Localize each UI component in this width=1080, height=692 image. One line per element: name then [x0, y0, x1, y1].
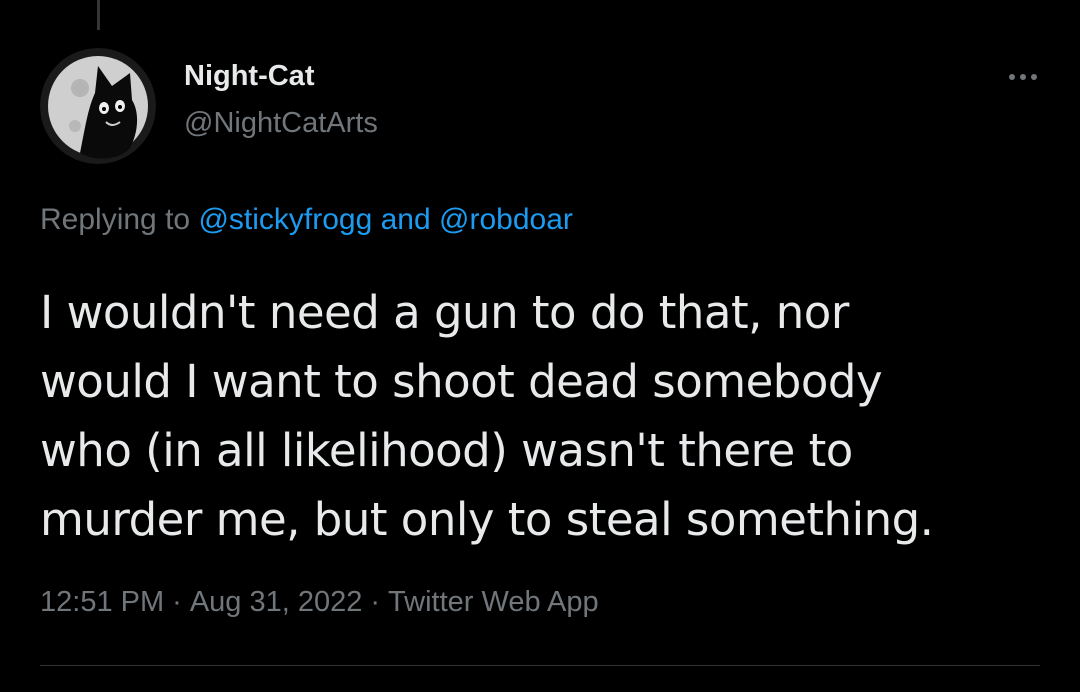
thread-connector-line: [97, 0, 100, 30]
tweet-text-line: who (in all likelihood) wasn't there to: [40, 424, 853, 477]
tweet-date[interactable]: Aug 31, 2022: [190, 586, 363, 618]
replying-to-line: Replying to @stickyfrogg and @robdoar: [40, 203, 573, 237]
tweet-text-line: I wouldn't need a gun to do that, nor: [40, 286, 849, 339]
more-dot: [1020, 74, 1026, 80]
separator: ·: [172, 586, 182, 618]
more-options-button[interactable]: [1000, 62, 1046, 92]
tweet-text-line: would I want to shoot dead somebody: [40, 355, 883, 408]
tweet-source[interactable]: Twitter Web App: [388, 586, 599, 618]
tweet-time[interactable]: 12:51 PM: [40, 586, 164, 618]
reply-mention-robdoar[interactable]: @robdoar: [439, 203, 573, 236]
reply-mention-stickyfrogg[interactable]: @stickyfrogg: [198, 203, 372, 236]
cat-moon-avatar-icon: [40, 48, 156, 164]
divider: [40, 665, 1040, 666]
replying-prefix: Replying to: [40, 203, 199, 236]
avatar[interactable]: [40, 48, 156, 164]
more-dot: [1009, 74, 1015, 80]
author-handle[interactable]: @NightCatArts: [184, 107, 378, 140]
reply-joiner: and: [372, 203, 440, 236]
separator: ·: [370, 586, 381, 618]
more-dot: [1031, 74, 1037, 80]
tweet-text: I wouldn't need a gun to do that, nor wo…: [40, 278, 1050, 554]
author-name[interactable]: Night-Cat: [184, 60, 314, 93]
tweet-text-line: murder me, but only to steal something.: [40, 493, 934, 546]
tweet-metadata: 12:51 PM · Aug 31, 2022 · Twitter Web App: [40, 586, 599, 619]
